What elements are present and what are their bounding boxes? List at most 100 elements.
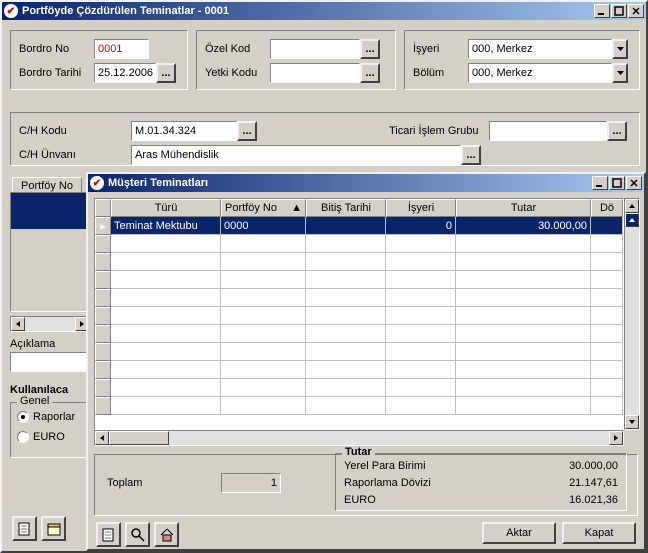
table-row[interactable] [95, 271, 623, 289]
isyeri-select[interactable]: 000, Merkez [468, 39, 612, 59]
ozel-kod-field[interactable] [270, 39, 360, 59]
sub-grid-vscroll[interactable] [624, 198, 640, 430]
scroll-thumb-h[interactable] [109, 431, 169, 445]
kapat-button[interactable]: Kapat [562, 522, 636, 544]
table-row[interactable] [95, 307, 623, 325]
ticari-islem-field[interactable] [489, 121, 607, 141]
maximize-button[interactable] [611, 4, 627, 18]
sub-titlebar: ✔ Müşteri Teminatları [88, 174, 644, 192]
sub-close-button[interactable] [626, 176, 642, 190]
scroll-left-icon[interactable] [95, 431, 109, 445]
scroll-up-icon[interactable] [625, 199, 639, 213]
cell-bitis [306, 217, 386, 235]
grid-row-header[interactable] [95, 199, 111, 217]
search-icon[interactable] [125, 522, 150, 547]
table-row[interactable] [95, 379, 623, 397]
radio-raporlar[interactable] [17, 411, 29, 423]
toplam-label: Toplam [107, 477, 142, 489]
table-row[interactable] [95, 325, 623, 343]
bordro-no-label: Bordro No [19, 43, 94, 55]
sub-window: ✔ Müşteri Teminatları Türü Portföy No▲ B… [86, 172, 646, 551]
table-row[interactable] [95, 253, 623, 271]
bolum-dropdown[interactable] [612, 63, 628, 83]
ticari-islem-label: Ticari İşlem Grubu [389, 125, 489, 137]
yetki-kodu-lookup[interactable]: ... [360, 63, 380, 83]
table-row[interactable]: ▸ Teminat Mektubu 0000 0 30.000,00 [95, 217, 623, 235]
radio-euro[interactable] [17, 431, 29, 443]
home-icon[interactable] [154, 522, 179, 547]
calendar-icon[interactable] [41, 516, 66, 541]
aciklama-field[interactable] [10, 352, 88, 372]
panel-isyeri: İşyeri 000, Merkez Bölüm 000, Merkez [404, 30, 640, 90]
table-row[interactable] [95, 235, 623, 253]
notes-icon[interactable] [12, 516, 37, 541]
ch-unvani-label: C/H Ünvanı [19, 149, 131, 161]
table-row[interactable] [95, 361, 623, 379]
isyeri-dropdown[interactable] [612, 39, 628, 59]
aciklama-label: Açıklama [10, 338, 55, 350]
tutar-euro-value: 16.021,36 [474, 494, 618, 506]
cell-do [591, 217, 623, 235]
cell-isyeri: 0 [386, 217, 456, 235]
fieldset-genel: Genel Raporlar EURO [10, 402, 88, 458]
bordro-tarihi-label: Bordro Tarihi [19, 67, 94, 79]
scroll-down-icon[interactable] [625, 415, 639, 429]
panel-bordro: Bordro No 0001 Bordro Tarihi 25.12.2006 … [10, 30, 188, 90]
bordro-no-field[interactable]: 0001 [94, 39, 149, 59]
fieldset-tutar: Tutar Yerel Para Birimi30.000,00 Raporla… [335, 453, 627, 511]
table-row[interactable] [95, 397, 623, 415]
main-grid-area [10, 192, 90, 312]
sub-maximize-button[interactable] [609, 176, 625, 190]
minimize-button[interactable] [594, 4, 610, 18]
app-icon: ✔ [4, 4, 18, 18]
cell-portfoy: 0000 [221, 217, 306, 235]
main-title: Portföyde Çözdürülen Teminatlar - 0001 [22, 5, 594, 17]
scroll-right-icon[interactable] [609, 431, 623, 445]
bordro-tarihi-picker[interactable]: ... [156, 63, 176, 83]
panel-ch: C/H Kodu M.01.34.324 ... Ticari İşlem Gr… [10, 112, 640, 166]
bolum-select[interactable]: 000, Merkez [468, 63, 612, 83]
yetki-kodu-field[interactable] [270, 63, 360, 83]
row-selector-icon[interactable]: ▸ [95, 217, 111, 235]
ozel-kod-label: Özel Kod [205, 43, 270, 55]
ozel-kod-lookup[interactable]: ... [360, 39, 380, 59]
col-tutar[interactable]: Tutar [456, 199, 591, 217]
scroll-left-icon[interactable] [11, 317, 25, 331]
app-icon: ✔ [90, 176, 104, 190]
col-isyeri[interactable]: İşyeri [386, 199, 456, 217]
raporlar-label: Raporlar [33, 411, 75, 423]
close-button[interactable] [628, 4, 644, 18]
sub-title: Müşteri Teminatları [108, 177, 592, 189]
rapor-value: 21.147,61 [474, 477, 618, 489]
sub-grid[interactable]: Türü Portföy No▲ Bitiş Tarihi İşyeri Tut… [94, 198, 624, 430]
tutar-euro-label: EURO [344, 494, 474, 506]
scroll-thumb[interactable] [625, 213, 639, 227]
ch-kodu-lookup[interactable]: ... [237, 121, 257, 141]
sort-asc-icon: ▲ [291, 202, 302, 214]
sub-minimize-button[interactable] [592, 176, 608, 190]
col-turu[interactable]: Türü [111, 199, 221, 217]
bolum-label: Bölüm [413, 67, 468, 79]
toplam-field: 1 [221, 473, 281, 493]
ch-unvani-lookup[interactable]: ... [461, 145, 481, 165]
main-grid-hscroll[interactable] [10, 316, 90, 332]
col-do[interactable]: Dö [591, 199, 623, 217]
yerel-value: 30.000,00 [474, 460, 618, 472]
table-row[interactable] [95, 343, 623, 361]
col-bitis[interactable]: Bitiş Tarihi [306, 199, 386, 217]
yerel-label: Yerel Para Birimi [344, 460, 474, 472]
list-icon[interactable] [96, 522, 121, 547]
genel-legend: Genel [17, 395, 52, 407]
col-portfoy-no[interactable]: Portföy No▲ [221, 199, 306, 217]
ch-kodu-field[interactable]: M.01.34.324 [131, 121, 237, 141]
ch-unvani-field[interactable]: Aras Mühendislik [131, 145, 461, 165]
cell-tutar: 30.000,00 [456, 217, 591, 235]
main-titlebar: ✔ Portföyde Çözdürülen Teminatlar - 0001 [2, 2, 646, 20]
table-row[interactable] [95, 289, 623, 307]
aktar-button[interactable]: Aktar [482, 522, 556, 544]
sub-grid-hscroll[interactable] [94, 430, 624, 446]
bordro-tarihi-field[interactable]: 25.12.2006 [94, 63, 156, 83]
yetki-kodu-label: Yetki Kodu [205, 67, 270, 79]
euro-label: EURO [33, 431, 65, 443]
ticari-islem-lookup[interactable]: ... [607, 121, 627, 141]
